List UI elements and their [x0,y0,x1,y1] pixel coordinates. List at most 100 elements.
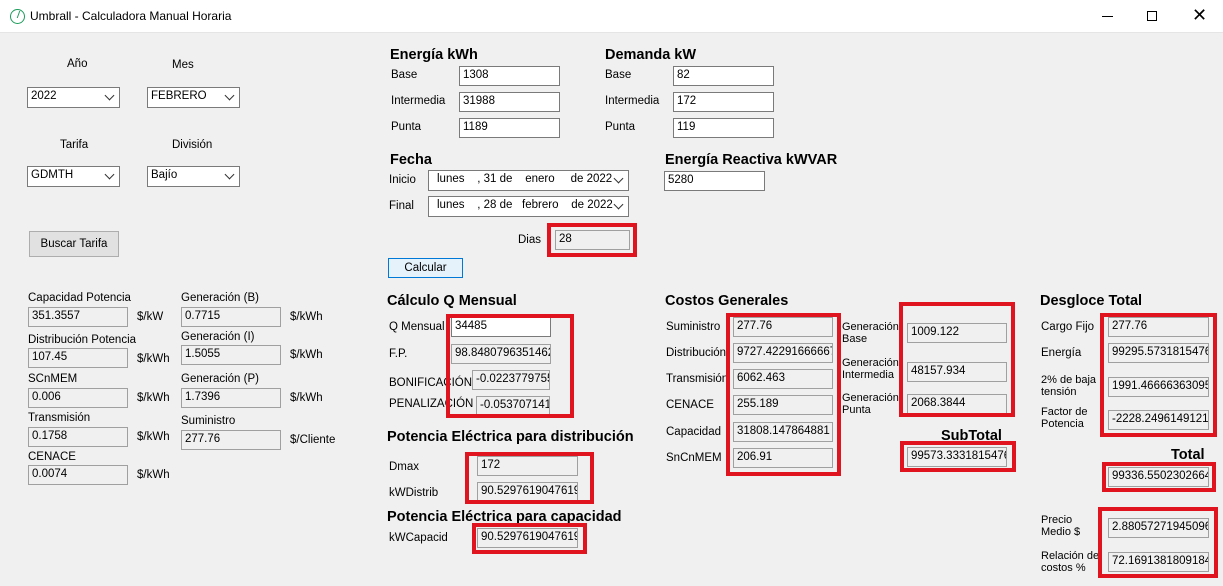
transmision-label: Transmisión [28,412,91,424]
buscar-tarifa-button[interactable]: Buscar Tarifa [29,231,119,257]
baja-tension-label-line2: tensión [1041,386,1077,398]
minimize-button[interactable] [1085,0,1131,33]
demanda-base-label: Base [605,69,632,81]
total-label: Total [1171,447,1205,463]
division-select[interactable]: Bajío [147,166,240,187]
window-title: Umbrall - Calculadora Manual Horaria [30,9,232,23]
suministro-value: 277.76 [181,430,281,450]
costo-distribucion-label: Distribución [666,347,727,359]
tarifa-label: Tarifa [60,139,89,151]
chevron-down-icon [104,90,115,101]
generacion-i-value: 1.5055 [181,345,281,365]
distribucion-potencia-label: Distribución Potencia [28,334,137,346]
energia-intermedia-input[interactable]: 31988 [459,92,560,112]
costo-sncnmem-label: SnCnMEM [666,452,722,464]
relacion-costos-label-line1: Relación de [1041,550,1100,562]
demanda-title: Demanda kW [605,47,697,63]
energia-punta-input[interactable]: 1189 [459,118,560,138]
generacion-b-unit: $/kWh [290,311,323,323]
anio-label: Año [67,58,88,70]
close-button[interactable]: ✕ [1176,0,1222,33]
cenace-value: 0.0074 [28,465,128,485]
generacion-b-label: Generación (B) [181,292,259,304]
mes-select-value: FEBRERO [151,90,207,102]
highlight-costos [726,313,841,476]
energia-total-label: Energía [1041,347,1082,359]
highlight-desgloce [1100,313,1217,437]
highlight-potencia-capacidad [472,523,587,554]
baja-tension-label: 2% de baja tensión [1041,374,1096,398]
highlight-potencia-distribucion [465,452,594,504]
cargo-fijo-label: Cargo Fijo [1041,321,1095,333]
kwdistrib-label: kWDistrib [389,487,439,499]
demanda-punta-input[interactable]: 119 [673,118,774,138]
baja-tension-label-line1: 2% de baja [1041,374,1097,386]
mes-label: Mes [172,59,194,71]
division-label: División [172,139,213,151]
costo-suministro-label: Suministro [666,321,721,333]
precio-medio-label-line1: Precio [1041,514,1073,526]
chevron-down-icon [224,169,235,180]
transmision-unit: $/kWh [137,431,170,443]
kwcapacid-label: kWCapacid [389,532,448,544]
factor-potencia-label-line1: Factor de [1041,406,1088,418]
desgloce-title: Desgloce Total [1040,293,1143,309]
demanda-punta-label: Punta [605,121,636,133]
dias-label: Dias [518,234,542,246]
transmision-value: 0.1758 [28,427,128,447]
mes-select[interactable]: FEBRERO [147,87,240,108]
q-mensual-label: Q Mensual [389,321,445,333]
relacion-costos-label-line2: costos % [1041,562,1086,574]
scnmem-label: SCnMEM [28,373,78,385]
highlight-dias [547,223,637,257]
highlight-generacion [899,302,1015,417]
highlight-total [1102,462,1216,492]
costos-title: Costos Generales [665,293,789,309]
costo-transmision-label: Transmisión [666,373,729,385]
app-logo-icon [10,9,25,24]
capacidad-potencia-label: Capacidad Potencia [28,292,131,304]
precio-medio-label: Precio Medio $ [1041,514,1080,538]
generacion-i-label: Generación (I) [181,331,255,343]
fecha-title: Fecha [390,152,432,168]
reactiva-title: Energía Reactiva kWVAR [665,152,838,168]
gen-base-label-line2: Base [842,333,868,345]
anio-select-value: 2022 [31,90,57,102]
capacidad-potencia-unit: $/kW [137,311,164,323]
demanda-intermedia-input[interactable]: 172 [673,92,774,112]
fecha-inicio-value: lunes , 31 de enero de 2022 [437,173,613,185]
distribucion-potencia-unit: $/kWh [137,353,170,365]
factor-potencia-label-line2: Potencia [1041,418,1084,430]
fecha-inicio-picker[interactable]: lunes , 31 de enero de 2022 [428,170,629,191]
division-select-value: Bajío [151,169,178,181]
generacion-p-label: Generación (P) [181,373,259,385]
anio-select[interactable]: 2022 [27,87,120,108]
tarifa-select[interactable]: GDMTH [27,166,120,187]
precio-medio-label-line2: Medio $ [1041,526,1081,538]
fecha-final-picker[interactable]: lunes , 28 de febrero de 2022 [428,196,629,217]
fecha-final-value: lunes , 28 de febrero de 2022 [437,199,613,211]
maximize-button[interactable] [1130,0,1176,33]
factor-potencia-label: Factor de Potencia [1041,406,1087,430]
energia-title: Energía kWh [390,47,478,63]
relacion-costos-label: Relación de costos % [1041,550,1099,574]
gen-intermedia-label: Generación Intermedia [842,357,899,381]
generacion-b-value: 0.7715 [181,307,281,327]
cenace-label: CENACE [28,451,76,463]
scnmem-value: 0.006 [28,388,128,408]
generacion-p-value: 1.7396 [181,388,281,408]
capacidad-potencia-value: 351.3557 [28,307,128,327]
distribucion-potencia-value: 107.45 [28,348,128,368]
costo-capacidad-label: Capacidad [666,426,721,438]
suministro-unit: $/Cliente [290,434,336,446]
demanda-intermedia-label: Intermedia [605,95,660,107]
energia-base-input[interactable]: 1308 [459,66,560,86]
highlight-precio-relacion [1098,507,1218,578]
suministro-label: Suministro [181,415,236,427]
chevron-down-icon [613,199,624,210]
demanda-base-input[interactable]: 82 [673,66,774,86]
reactiva-input[interactable]: 5280 [664,171,765,191]
dmax-label: Dmax [389,461,420,473]
gen-punta-label-line1: Generación [842,392,899,404]
calcular-button[interactable]: Calcular [388,258,463,278]
